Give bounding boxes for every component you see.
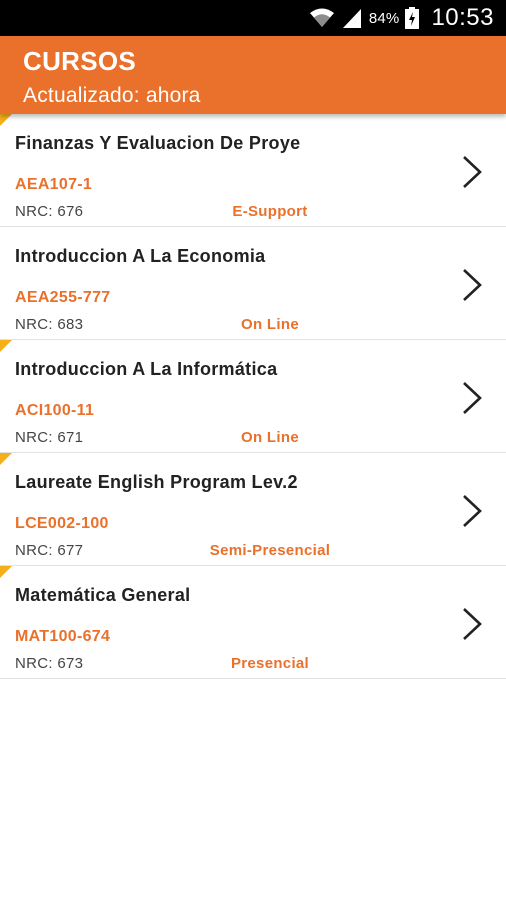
course-modality: E-Support <box>232 203 308 220</box>
course-nrc: NRC: 683 <box>15 316 84 333</box>
chevron-right-icon[interactable] <box>460 607 484 641</box>
course-item[interactable]: Laureate English Program Lev.2 LCE002-10… <box>0 453 506 566</box>
battery-percent: 84% <box>368 9 400 27</box>
course-item[interactable]: Matemática General MAT100-674 NRC: 673 P… <box>0 566 506 679</box>
status-icons: 84% 10:53 <box>309 0 494 36</box>
app-header: CURSOS Actualizado: ahora <box>0 36 506 114</box>
course-nrc: NRC: 671 <box>15 429 84 446</box>
status-bar: 84% 10:53 <box>0 0 506 36</box>
course-code: AEA255-777 <box>15 289 111 306</box>
course-nrc: NRC: 676 <box>15 203 84 220</box>
course-name: Finanzas Y Evaluacion De Proye <box>15 133 301 153</box>
course-item[interactable]: Introduccion A La Economia AEA255-777 NR… <box>0 227 506 340</box>
chevron-right-icon[interactable] <box>460 494 484 528</box>
course-code: AEA107-1 <box>15 176 93 193</box>
unread-corner-marker <box>0 340 12 352</box>
chevron-right-icon[interactable] <box>460 381 484 415</box>
course-name: Matemática General <box>15 585 191 605</box>
course-code: ACI100-11 <box>15 402 95 419</box>
course-name: Laureate English Program Lev.2 <box>15 472 298 492</box>
signal-icon <box>342 9 361 28</box>
course-name: Introduccion A La Informática <box>15 359 278 379</box>
unread-corner-marker <box>0 566 12 578</box>
course-name: Introduccion A La Economia <box>15 246 266 266</box>
course-modality: On Line <box>241 429 299 446</box>
page-title: CURSOS <box>23 46 137 76</box>
course-list: Finanzas Y Evaluacion De Proye AEA107-1 … <box>0 114 506 679</box>
course-nrc: NRC: 677 <box>15 542 84 559</box>
course-modality: Semi-Presencial <box>209 542 331 559</box>
clock: 10:53 <box>431 4 494 31</box>
unread-corner-marker <box>0 453 12 465</box>
course-nrc: NRC: 673 <box>15 655 84 672</box>
course-item[interactable]: Finanzas Y Evaluacion De Proye AEA107-1 … <box>0 114 506 227</box>
course-modality: Presencial <box>230 655 310 672</box>
course-modality: On Line <box>241 316 299 333</box>
course-item[interactable]: Introduccion A La Informática ACI100-11 … <box>0 340 506 453</box>
last-updated-text: Actualizado: ahora <box>23 84 201 107</box>
chevron-right-icon[interactable] <box>460 155 484 189</box>
course-code: MAT100-674 <box>15 628 111 645</box>
unread-corner-marker <box>0 114 12 126</box>
chevron-right-icon[interactable] <box>460 268 484 302</box>
wifi-icon <box>309 8 334 27</box>
battery-icon <box>405 7 420 29</box>
course-code: LCE002-100 <box>15 515 109 532</box>
